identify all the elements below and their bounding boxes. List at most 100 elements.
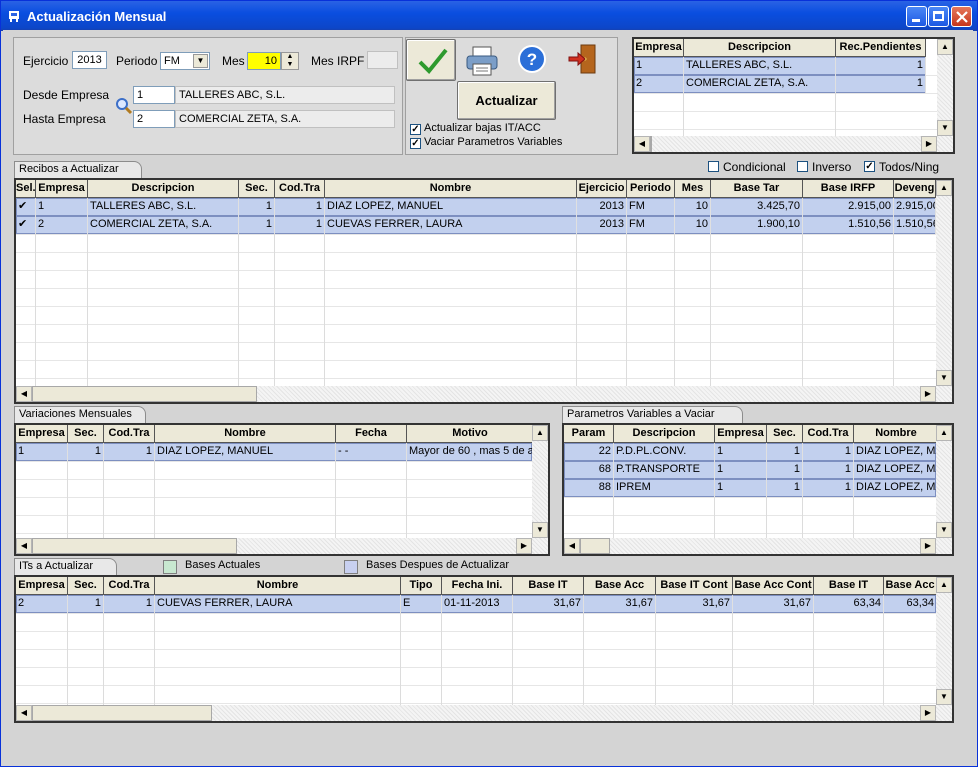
column-header[interactable]: Base Acc — [884, 577, 937, 595]
desde-empresa-code[interactable]: 1 — [133, 86, 175, 104]
column-header[interactable]: Sec. — [767, 425, 803, 443]
minimize-button[interactable] — [906, 6, 927, 27]
scroll-left-icon[interactable]: ◀ — [634, 136, 650, 152]
column-header[interactable]: Param — [564, 425, 614, 443]
column-header[interactable]: Base Acc Cont — [733, 577, 814, 595]
column-header[interactable]: Cod.Tra — [104, 425, 155, 443]
scroll-down-icon[interactable]: ▼ — [936, 370, 952, 386]
recibos-grid[interactable]: Sel. Empresa Descripcion Sec. Cod.Tra Nombre E… — [14, 178, 954, 404]
scroll-left-icon[interactable]: ◀ — [16, 705, 32, 721]
column-header[interactable]: Rec.Pendientes — [836, 39, 926, 57]
column-header[interactable]: Tipo — [401, 577, 442, 595]
actualizar-bajas-checkbox[interactable]: ✓ — [410, 124, 421, 135]
periodo-select[interactable]: FM ▼ — [160, 52, 210, 70]
scroll-thumb[interactable] — [32, 538, 237, 554]
scroll-right-icon[interactable]: ▶ — [920, 538, 936, 554]
row-select-checkbox[interactable]: ✔ — [16, 216, 36, 234]
printer-icon[interactable] — [465, 44, 499, 78]
scroll-left-icon[interactable]: ◀ — [16, 386, 32, 402]
column-header[interactable]: Empresa — [36, 180, 88, 198]
hasta-empresa-code[interactable]: 2 — [133, 110, 175, 128]
column-header[interactable]: Base Tar — [711, 180, 803, 198]
column-header[interactable]: Cod.Tra — [803, 425, 854, 443]
scroll-down-icon[interactable]: ▼ — [936, 522, 952, 538]
scroll-right-icon[interactable]: ▶ — [920, 705, 936, 721]
column-header[interactable]: Periodo — [627, 180, 675, 198]
scroll-thumb[interactable] — [650, 136, 652, 152]
column-header[interactable]: Empresa — [715, 425, 767, 443]
chevron-down-icon[interactable]: ▼ — [193, 54, 208, 68]
maximize-button[interactable] — [928, 6, 949, 27]
exit-icon[interactable] — [568, 42, 598, 76]
column-header[interactable]: Base IT — [513, 577, 584, 595]
parametros-grid[interactable]: Param Descripcion Empresa Sec. Cod.Tra Nombre… — [562, 423, 954, 556]
scroll-thumb[interactable] — [580, 538, 610, 554]
help-icon[interactable]: ? — [517, 44, 547, 74]
empresas-grid[interactable]: Empresa Descripcion Rec.Pendientes 1 TALLERE… — [632, 37, 955, 154]
mes-spinner[interactable]: ▲ ▼ — [281, 52, 299, 70]
scroll-down-icon[interactable]: ▼ — [937, 120, 953, 136]
column-header[interactable]: Mes — [675, 180, 711, 198]
mes-irpf-input[interactable] — [367, 51, 398, 69]
scroll-left-icon[interactable]: ◀ — [16, 538, 32, 554]
scroll-up-icon[interactable]: ▲ — [936, 425, 952, 441]
scroll-down-icon[interactable]: ▼ — [532, 522, 548, 538]
search-icon[interactable] — [115, 97, 133, 115]
variaciones-grid[interactable]: Empresa Sec. Cod.Tra Nombre Fecha Motivo 1 1 1 DI… — [14, 423, 550, 556]
column-header[interactable]: Ejercicio — [577, 180, 627, 198]
column-header[interactable]: Sec. — [68, 577, 104, 595]
vertical-scrollbar[interactable] — [936, 180, 952, 386]
scroll-up-icon[interactable]: ▲ — [532, 425, 548, 441]
mes-input[interactable]: 10 — [247, 52, 281, 70]
scroll-up-icon[interactable]: ▲ — [936, 577, 952, 593]
column-header[interactable]: Deveng — [894, 180, 936, 198]
row-divider — [564, 533, 936, 534]
scroll-thumb[interactable] — [32, 386, 257, 402]
inverso-checkbox[interactable] — [797, 161, 808, 172]
column-header[interactable]: Descripcion — [684, 39, 836, 57]
scroll-up-icon[interactable]: ▲ — [936, 180, 952, 196]
scroll-left-icon[interactable]: ◀ — [564, 538, 580, 554]
horizontal-scrollbar[interactable] — [564, 538, 952, 554]
column-header[interactable]: Base IT Cont — [656, 577, 733, 595]
column-header[interactable]: Nombre — [155, 425, 336, 443]
column-header[interactable]: Base IT — [814, 577, 884, 595]
horizontal-scrollbar[interactable] — [634, 136, 953, 152]
column-header[interactable]: Motivo — [407, 425, 534, 443]
column-header[interactable]: Sel. — [16, 180, 36, 198]
title-bar[interactable]: Actualización Mensual — [1, 1, 977, 31]
todos-checkbox[interactable]: ✓ — [864, 161, 875, 172]
scroll-up-icon[interactable]: ▲ — [937, 39, 953, 55]
scroll-right-icon[interactable]: ▶ — [516, 538, 532, 554]
vertical-scrollbar[interactable] — [936, 577, 952, 705]
column-header[interactable]: Nombre — [155, 577, 401, 595]
its-grid[interactable]: Empresa Sec. Cod.Tra Nombre Tipo Fecha Ini. Ba… — [14, 575, 954, 723]
column-header[interactable]: Descripcion — [88, 180, 239, 198]
column-header[interactable]: Sec. — [68, 425, 104, 443]
scroll-right-icon[interactable]: ▶ — [921, 136, 937, 152]
column-header[interactable]: Cod.Tra — [104, 577, 155, 595]
confirm-button[interactable] — [406, 39, 456, 81]
column-header[interactable]: Empresa — [634, 39, 684, 57]
row-select-checkbox[interactable]: ✔ — [16, 198, 36, 216]
scroll-thumb[interactable] — [32, 705, 212, 721]
vaciar-parametros-checkbox[interactable]: ✓ — [410, 138, 421, 149]
column-header[interactable]: Cod.Tra — [275, 180, 325, 198]
scroll-down-icon[interactable]: ▼ — [936, 689, 952, 705]
column-header[interactable]: Base Acc — [584, 577, 656, 595]
column-header[interactable]: Descripcion — [614, 425, 715, 443]
column-header[interactable]: Sec. — [239, 180, 275, 198]
column-header[interactable]: Base IRFP — [803, 180, 894, 198]
column-header[interactable]: Nombre — [854, 425, 939, 443]
column-header[interactable]: Nombre — [325, 180, 577, 198]
condicional-checkbox[interactable] — [708, 161, 719, 172]
actualizar-button[interactable]: Actualizar — [457, 81, 556, 120]
column-header[interactable]: Empresa — [16, 577, 68, 595]
column-header[interactable]: Empresa — [16, 425, 68, 443]
ejercicio-input[interactable]: 2013 — [72, 51, 107, 69]
close-button[interactable] — [951, 6, 972, 27]
scroll-right-icon[interactable]: ▶ — [920, 386, 936, 402]
table-cell: DIAZ LOPEZ, MANUEL — [155, 443, 336, 461]
column-header[interactable]: Fecha Ini. — [442, 577, 513, 595]
column-header[interactable]: Fecha — [336, 425, 407, 443]
